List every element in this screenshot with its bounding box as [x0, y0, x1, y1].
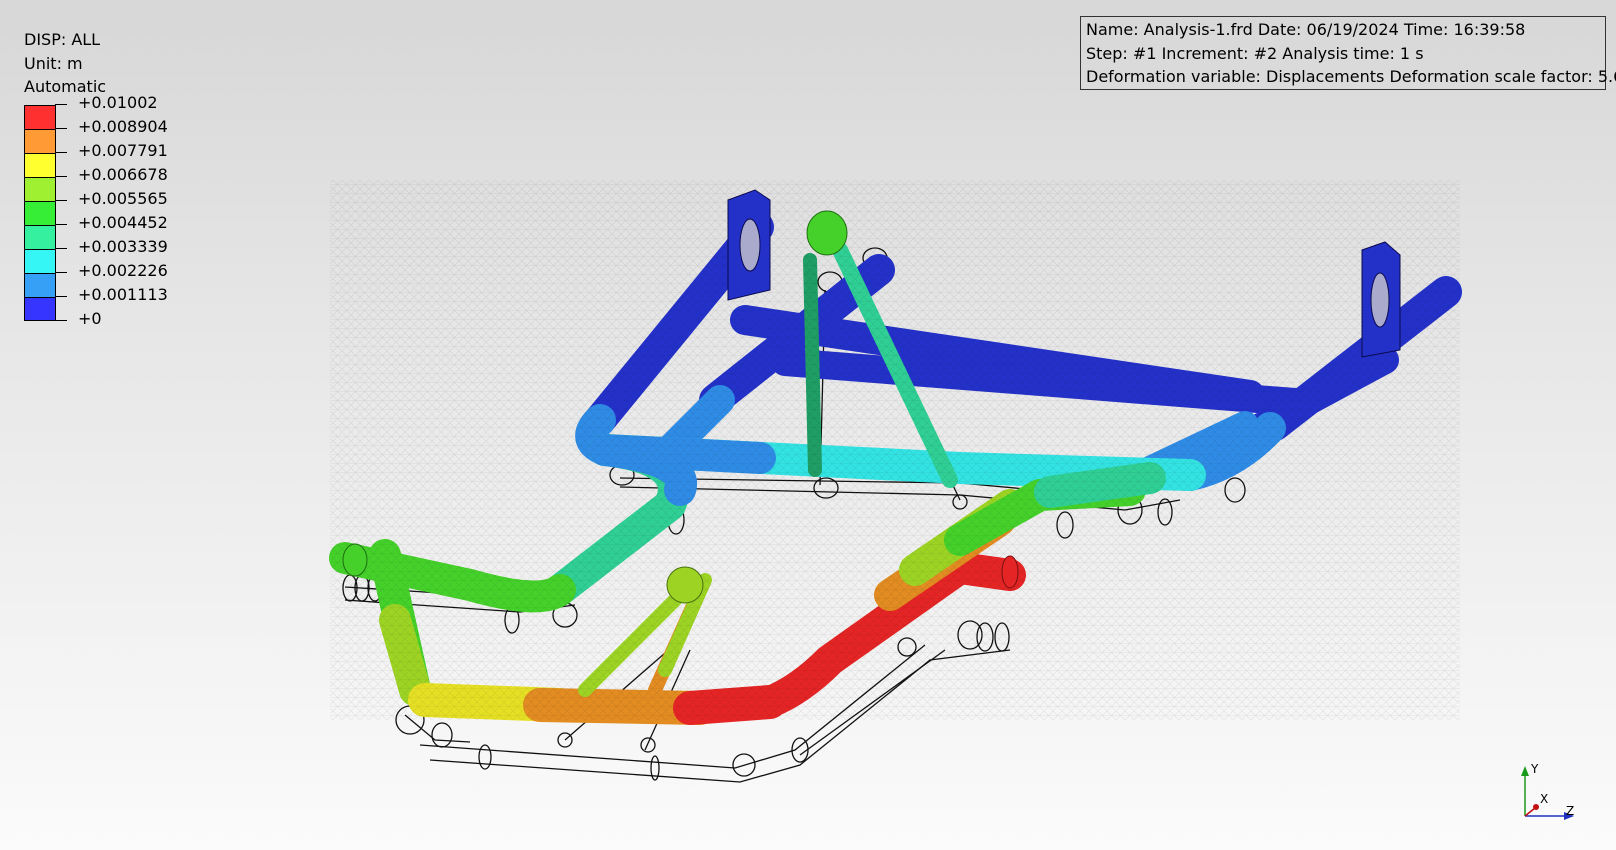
legend-swatch: [25, 200, 55, 225]
analysis-info-box: Name: Analysis-1.frd Date: 06/19/2024 Ti…: [1080, 16, 1616, 90]
axis-z-label: Z: [1566, 804, 1574, 818]
axis-triad: Y X Z: [1521, 762, 1574, 820]
info-step-increment: Step: #1 Increment: #2 Analysis time: 1 …: [1086, 43, 1424, 63]
info-name-date-time: Name: Analysis-1.frd Date: 06/19/2024 Ti…: [1086, 20, 1526, 39]
legend-tick: [55, 175, 67, 177]
legend-value: +0.01002: [78, 92, 158, 112]
mesh-overlay: [330, 180, 1460, 720]
legend-value: +0.002226: [78, 260, 168, 280]
legend-value: +0.001113: [78, 284, 168, 304]
axis-x-label: X: [1540, 792, 1548, 806]
axis-y-label: Y: [1530, 762, 1539, 776]
legend-tick: [55, 295, 67, 297]
legend-value: +0.004452: [78, 212, 168, 232]
legend-value: +0.008904: [78, 116, 168, 136]
legend-tick: [55, 127, 67, 129]
legend-tick: [55, 247, 67, 249]
legend-tick: [55, 151, 67, 153]
legend-tick: [55, 223, 67, 225]
color-legend: DISP: ALL Unit: m Automatic +0.01002 +0.0…: [24, 28, 168, 365]
legend-tick: [55, 103, 67, 105]
legend-value: +0.006678: [78, 164, 168, 184]
legend-entry: +0.001113: [24, 285, 224, 321]
legend-tick: [55, 199, 67, 201]
info-deformation: Deformation variable: Displacements Defo…: [1086, 67, 1616, 86]
legend-swatch: [25, 104, 55, 129]
legend-variable: DISP: ALL: [24, 30, 101, 49]
legend-swatch: [25, 296, 55, 321]
legend-swatch: [25, 176, 55, 201]
legend-swatch: [25, 152, 55, 177]
legend-value: +0: [78, 308, 102, 328]
legend-swatch: [25, 128, 55, 153]
legend-tick: [55, 271, 67, 273]
model-viewport[interactable]: Y X Z: [0, 0, 1616, 850]
legend-value: +0.005565: [78, 188, 168, 208]
legend-swatch: [25, 224, 55, 249]
legend-tick: [55, 319, 67, 321]
legend-swatch: [25, 272, 55, 297]
legend-swatch: [25, 248, 55, 273]
legend-unit: Unit: m: [24, 53, 83, 73]
legend-value: +0.007791: [78, 140, 168, 160]
legend-value: +0.003339: [78, 236, 168, 256]
legend-entry: +0: [24, 309, 224, 345]
legend-scale: +0.01002 +0.008904 +0.007791 +0.006678 +0.00…: [24, 93, 168, 365]
